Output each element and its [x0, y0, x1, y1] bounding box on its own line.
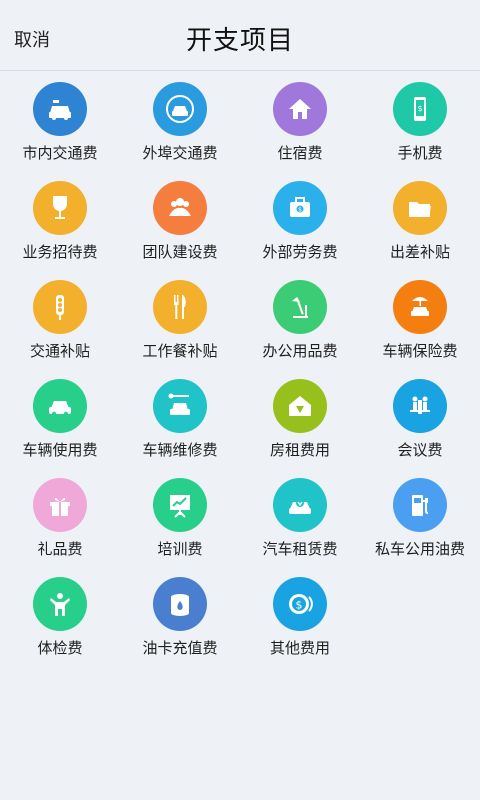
house-icon [273, 82, 327, 136]
category-item[interactable]: 汽车租赁费 [240, 476, 360, 575]
expense-category-screen: 取消 开支项目 市内交通费 外埠交通费 住宿费 $ 手机费业务招待费 团队建设费 $ 外部劳务… [0, 0, 480, 800]
category-item[interactable]: 会议费 [360, 377, 480, 476]
category-item[interactable]: 培训费 [120, 476, 240, 575]
svg-text:$: $ [296, 599, 303, 612]
oil-barrel-icon [153, 577, 207, 631]
category-label: 培训费 [157, 540, 203, 558]
category-item[interactable]: 油卡充值费 [120, 575, 240, 674]
category-item[interactable]: 住宿费 [240, 80, 360, 179]
category-item[interactable]: 车辆保险费 [360, 278, 480, 377]
category-label: 汽车租赁费 [262, 540, 338, 558]
category-label: 工作餐补贴 [142, 342, 218, 360]
traffic-light-icon [33, 280, 87, 334]
category-label: 出差补贴 [389, 243, 450, 261]
category-item[interactable]: 工作餐补贴 [120, 278, 240, 377]
category-label: 其他费用 [269, 639, 330, 657]
category-item[interactable]: 业务招待费 [0, 179, 120, 278]
category-item[interactable]: 私车公用油费 [360, 476, 480, 575]
svg-text:$: $ [417, 104, 422, 113]
page-title: 开支项目 [185, 26, 294, 56]
category-label: 业务招待费 [22, 243, 98, 261]
category-label: 私车公用油费 [374, 540, 465, 558]
category-label: 市内交通费 [22, 144, 98, 162]
category-item[interactable]: 市内交通费 [0, 80, 120, 179]
category-item[interactable]: 体检费 [0, 575, 120, 674]
category-label: 团队建设费 [142, 243, 218, 261]
category-item[interactable]: $ 外部劳务费 [240, 179, 360, 278]
gas-pump-icon [393, 478, 447, 532]
category-grid: 市内交通费 外埠交通费 住宿费 $ 手机费业务招待费 团队建设费 $ 外部劳务费 出差补贴交通补… [0, 80, 480, 674]
category-item[interactable]: 外埠交通费 [120, 80, 240, 179]
car-rental-icon [273, 478, 327, 532]
category-label: 会议费 [397, 441, 443, 459]
category-label: 车辆维修费 [142, 441, 218, 459]
category-item[interactable]: $ 手机费 [360, 80, 480, 179]
presentation-icon [153, 478, 207, 532]
category-item[interactable]: 办公用品费 [240, 278, 360, 377]
person-icon [33, 577, 87, 631]
category-label: 体检费 [37, 639, 83, 657]
car-icon [33, 379, 87, 433]
gift-icon [33, 478, 87, 532]
car-umbrella-icon [393, 280, 447, 334]
briefcase-icon: $ [273, 181, 327, 235]
category-label: 油卡充值费 [142, 639, 218, 657]
car-road-icon [153, 82, 207, 136]
fork-knife-icon [153, 280, 207, 334]
category-label: 房租费用 [269, 441, 330, 459]
category-item[interactable]: 交通补贴 [0, 278, 120, 377]
coins-icon: $ [273, 577, 327, 631]
house-money-icon [273, 379, 327, 433]
category-item[interactable]: 出差补贴 [360, 179, 480, 278]
category-item[interactable]: 房租费用 [240, 377, 360, 476]
category-label: 外埠交通费 [142, 144, 218, 162]
category-label: 车辆保险费 [382, 342, 458, 360]
category-item[interactable]: $ 其他费用 [240, 575, 360, 674]
category-item[interactable]: 车辆使用费 [0, 377, 120, 476]
category-label: 手机费 [397, 144, 443, 162]
folder-icon [393, 181, 447, 235]
category-label: 住宿费 [277, 144, 323, 162]
team-icon [153, 181, 207, 235]
wine-glass-icon [33, 181, 87, 235]
category-label: 外部劳务费 [262, 243, 338, 261]
category-label: 车辆使用费 [22, 441, 98, 459]
category-label: 办公用品费 [262, 342, 338, 360]
desk-lamp-icon [273, 280, 327, 334]
category-label: 交通补贴 [29, 342, 90, 360]
category-item[interactable]: 团队建设费 [120, 179, 240, 278]
header-bar: 取消 开支项目 [0, 0, 480, 71]
category-item[interactable]: 车辆维修费 [120, 377, 240, 476]
car-wrench-icon [153, 379, 207, 433]
category-item[interactable]: 礼品费 [0, 476, 120, 575]
meeting-icon [393, 379, 447, 433]
phone-icon: $ [393, 82, 447, 136]
taxi-icon [33, 82, 87, 136]
svg-text:$: $ [298, 207, 302, 214]
category-label: 礼品费 [37, 540, 83, 558]
